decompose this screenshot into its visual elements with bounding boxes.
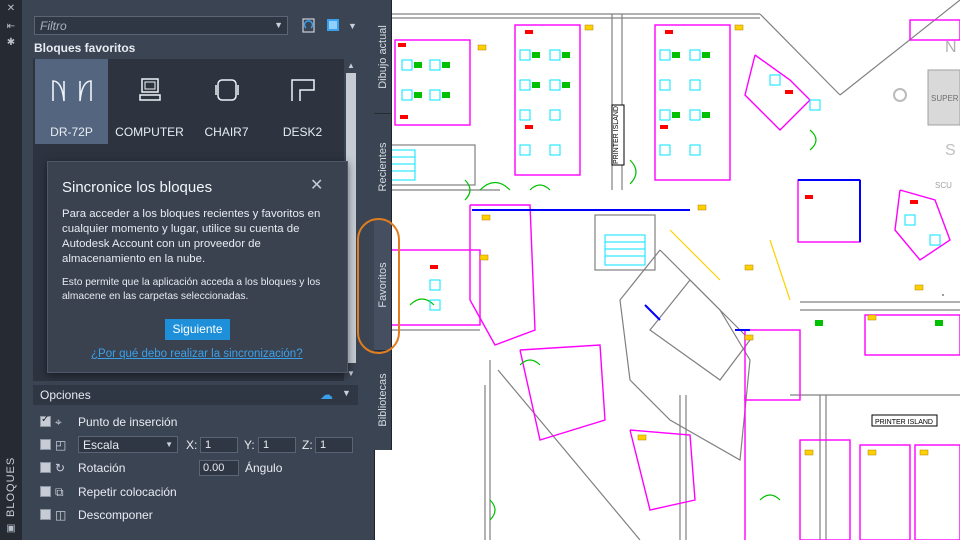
option-explode: ◫ Descomponer: [40, 508, 240, 524]
block-item-dr-72p[interactable]: DR-72P: [35, 59, 108, 144]
option-insertion-point: ⌖ Punto de inserción: [40, 414, 240, 431]
tab-current-drawing[interactable]: Dibujo actual: [374, 0, 391, 114]
block-item-desk2[interactable]: DESK2: [266, 59, 339, 144]
filter-placeholder: Filtro: [40, 19, 67, 33]
options-title: Opciones: [40, 388, 91, 402]
palette-title-bar[interactable]: ✕ ⇤ ✱ BLOQUES ▣: [0, 0, 23, 540]
scale-z-input[interactable]: 1: [315, 437, 353, 453]
explode-icon: ◫: [55, 508, 67, 522]
desk-block-icon: [290, 79, 315, 101]
repeat-checkbox[interactable]: [40, 486, 51, 497]
block-label: DR-72P: [50, 125, 93, 139]
block-item-chair7[interactable]: CHAIR7: [190, 59, 263, 144]
repeat-placement-icon: ⧉: [55, 485, 64, 499]
tab-label: Dibujo actual: [376, 24, 389, 89]
chevron-down-icon[interactable]: ▼: [342, 388, 351, 398]
close-icon[interactable]: ✕: [5, 4, 17, 14]
printer-island-label-1: PRINTER ISLAND: [613, 106, 620, 164]
rotation-input[interactable]: 0.00: [199, 460, 239, 476]
dialog-note: Esto permite que la aplicación acceda a …: [62, 277, 321, 302]
options-header[interactable]: Opciones ☁ ▼: [33, 385, 358, 405]
next-button[interactable]: Siguiente: [165, 319, 230, 340]
angle-label: Ángulo: [245, 461, 283, 475]
sync-files-icon[interactable]: [300, 17, 318, 34]
tab-label: Recientes: [376, 142, 389, 191]
rotation-icon: ↻: [55, 461, 66, 475]
scroll-up-icon[interactable]: ▲: [346, 61, 356, 71]
chevron-down-icon: ▼: [165, 440, 173, 449]
floor-plan-drawing: PRINTER ISLAND PRINTER ISLAND SUPER SCU …: [389, 0, 960, 541]
view-mode-icon[interactable]: [326, 18, 340, 32]
option-repeat: ⧉ Repetir colocación: [40, 485, 240, 501]
properties-icon[interactable]: ✱: [5, 38, 17, 48]
explode-checkbox[interactable]: [40, 509, 51, 520]
dialog-message: Para acceder a los bloques recientes y f…: [62, 208, 321, 265]
auto-hide-icon[interactable]: ⇤: [5, 22, 17, 32]
insertion-point-icon: ⌖: [55, 415, 62, 429]
scale-y-input[interactable]: 1: [258, 437, 296, 453]
door-block-icon: [51, 80, 92, 102]
option-label: Repetir colocación: [78, 485, 177, 499]
section-title-favorites: Bloques favoritos: [34, 41, 136, 55]
why-sync-link[interactable]: ¿Por qué debo realizar la sincronización…: [91, 348, 303, 360]
x-label: X:: [186, 438, 198, 452]
block-label: CHAIR7: [204, 125, 249, 139]
favorites-tab-highlight: [357, 218, 400, 354]
tab-libraries[interactable]: Bibliotecas: [374, 350, 391, 450]
rotation-checkbox[interactable]: [40, 462, 51, 473]
dialog-title: Sincronice los bloques: [62, 179, 213, 196]
insertion-point-checkbox[interactable]: [40, 414, 51, 427]
option-scale: ◰: [40, 438, 70, 454]
room-label-s: S: [945, 142, 956, 159]
chair-block-icon: [214, 79, 239, 101]
room-label-n: N: [945, 39, 957, 56]
y-label: Y:: [244, 438, 255, 452]
block-label: COMPUTER: [115, 125, 184, 139]
scale-x-input[interactable]: 1: [200, 437, 238, 453]
cloud-settings-icon[interactable]: ☁: [320, 387, 333, 403]
close-icon[interactable]: ✕: [310, 178, 323, 194]
palette-settings-icon[interactable]: ▣: [5, 524, 17, 534]
scale-mode-select[interactable]: Escala ▼: [78, 436, 178, 453]
filter-input[interactable]: Filtro ▼: [34, 16, 288, 35]
option-rotation: ↻ Rotación: [40, 461, 190, 477]
tab-label: Bibliotecas: [376, 373, 389, 427]
drawing-canvas[interactable]: PRINTER ISLAND PRINTER ISLAND SUPER SCU …: [389, 0, 960, 541]
scale-icon: ◰: [55, 438, 67, 452]
tab-recent[interactable]: Recientes: [374, 113, 391, 221]
option-label: Rotación: [78, 461, 126, 475]
option-label: Punto de inserción: [78, 415, 178, 429]
scale-mode-value: Escala: [83, 438, 120, 452]
block-label: DESK2: [282, 125, 323, 139]
palette-title: BLOQUES: [5, 456, 17, 517]
room-label-super: SUPER: [931, 94, 959, 103]
computer-block-icon: [138, 78, 161, 101]
sync-blocks-dialog: Sincronice los bloques ✕ Para acceder a …: [47, 161, 348, 373]
scale-checkbox[interactable]: [40, 439, 51, 450]
room-label-scu: SCU: [935, 181, 952, 190]
printer-island-label-2: PRINTER ISLAND: [875, 419, 933, 426]
option-label: Descomponer: [78, 508, 153, 522]
chevron-down-icon[interactable]: ▼: [274, 20, 283, 30]
block-item-computer[interactable]: COMPUTER: [113, 59, 186, 144]
view-options-chevron-icon[interactable]: ▼: [348, 21, 357, 31]
z-label: Z:: [302, 438, 313, 452]
